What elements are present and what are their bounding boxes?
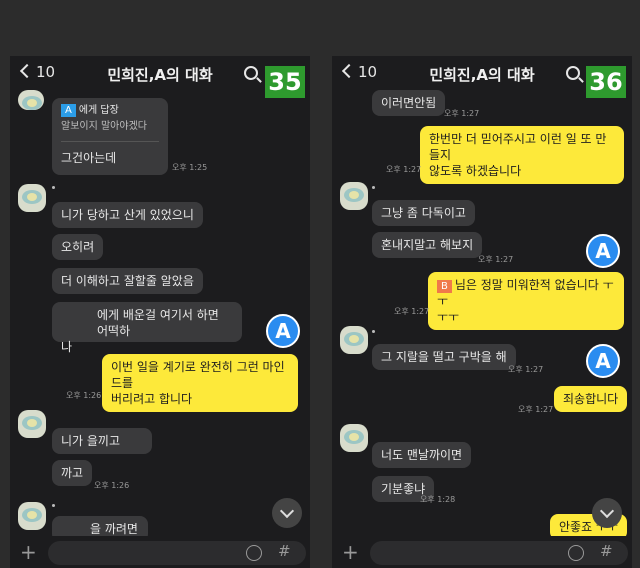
mention-tag: B — [437, 280, 452, 293]
scroll-down-button[interactable] — [592, 498, 622, 528]
timestamp: 오후 1:26 — [66, 391, 102, 400]
message-bubble[interactable]: 이러면안됨 — [372, 90, 446, 116]
back-button[interactable]: 10 — [341, 63, 377, 81]
speaker-badge: A — [586, 234, 620, 268]
chat-title: 민희진,A의 대화 — [107, 66, 213, 84]
timestamp: 오후 1:27 — [386, 165, 422, 174]
plus-icon[interactable]: + — [20, 542, 37, 562]
timestamp: 오후 1:26 — [94, 481, 130, 490]
message-bubble[interactable]: 그 지랄을 떨고 구박을 해 — [372, 344, 516, 370]
reply-bubble[interactable]: A 에게 답장 알보이지 말아야겠다 그건아는데 — [52, 98, 168, 175]
avatar[interactable] — [18, 90, 44, 110]
input-footer: + # — [332, 536, 632, 568]
my-message-bubble[interactable]: 이번 일을 계기로 완전히 그런 마인드를 버리려고 합니다 — [102, 354, 298, 412]
chevron-left-icon — [341, 63, 357, 79]
hash-icon[interactable]: # — [278, 542, 291, 560]
timestamp: 오후 1:27 — [508, 365, 544, 374]
message-input[interactable] — [370, 541, 628, 565]
divider — [61, 141, 159, 142]
emoji-icon[interactable] — [246, 545, 262, 561]
avatar[interactable] — [340, 424, 368, 452]
back-button[interactable]: 10 — [19, 63, 55, 81]
timestamp: 오후 1:27 — [444, 109, 480, 118]
message-bubble[interactable]: 그냥 좀 다독이고 — [372, 200, 475, 226]
page-number-badge: 35 — [265, 66, 305, 98]
timestamp: 오후 1:25 — [172, 163, 208, 172]
speaker-badge: A — [266, 314, 300, 348]
chat-panel-right: 10 민희진,A의 대화 이러면안됨 오후 1:27 한번만 더 믿어주시고 이… — [332, 56, 632, 568]
sender-dot — [52, 504, 55, 507]
my-message-bubble[interactable]: 죄송합니다 — [554, 386, 628, 412]
avatar[interactable] — [18, 184, 46, 212]
search-icon[interactable] — [566, 66, 580, 80]
message-bubble[interactable]: 니가 당하고 산게 있었으니 — [52, 202, 203, 228]
message-bubble[interactable]: 까고 — [52, 460, 93, 486]
message-bubble[interactable]: 에게 배운걸 여기서 하면 어떡하 나 — [52, 302, 242, 354]
timestamp: 오후 1:27 — [518, 405, 554, 414]
plus-icon[interactable]: + — [342, 542, 359, 562]
emoji-icon[interactable] — [568, 545, 584, 561]
message-bubble[interactable]: 오히려 — [52, 234, 104, 260]
screenshot-stage: 10 민희진,A의 대화 A 에게 답장 알보이지 말아야겠다 그건아는데 오후 … — [0, 0, 640, 568]
sender-dot — [372, 186, 375, 189]
avatar[interactable] — [340, 182, 368, 210]
my-message-bubble[interactable]: B 님은 정말 미워한적 없습니다 ㅜㅜ ㅜㅜ — [428, 272, 624, 330]
message-input[interactable] — [48, 541, 306, 565]
sender-dot — [372, 330, 375, 333]
message-bubble[interactable]: 니가 을끼고 — [52, 428, 152, 454]
hash-icon[interactable]: # — [600, 542, 613, 560]
mention-tag: A — [61, 104, 76, 117]
chat-panel-left: 10 민희진,A의 대화 A 에게 답장 알보이지 말아야겠다 그건아는데 오후 … — [10, 56, 310, 568]
timestamp: 오후 1:28 — [420, 495, 456, 504]
sender-dot — [52, 186, 55, 189]
avatar[interactable] — [340, 326, 368, 354]
message-bubble[interactable]: 혼내지말고 해보지 — [372, 232, 483, 258]
chat-title: 민희진,A의 대화 — [429, 66, 535, 84]
search-icon[interactable] — [244, 66, 258, 80]
message-bubble[interactable]: 더 이해하고 잘할줄 알았음 — [52, 268, 203, 294]
input-footer: + # — [10, 536, 310, 568]
timestamp: 오후 1:27 — [394, 307, 430, 316]
speaker-badge: A — [586, 344, 620, 378]
timestamp: 오후 1:27 — [478, 255, 514, 264]
chevron-left-icon — [19, 63, 35, 79]
reply-quote: 알보이지 말아야겠다 — [61, 121, 147, 132]
page-number-badge: 36 — [586, 66, 626, 98]
reply-body: 그건아는데 — [61, 151, 117, 165]
scroll-down-button[interactable] — [272, 498, 302, 528]
message-bubble[interactable]: 너도 맨날까이면 — [372, 442, 472, 468]
avatar[interactable] — [18, 410, 46, 438]
avatar[interactable] — [18, 502, 46, 530]
my-message-bubble[interactable]: 한번만 더 믿어주시고 이런 일 또 만들지 않도록 하겠습니다 — [420, 126, 624, 184]
